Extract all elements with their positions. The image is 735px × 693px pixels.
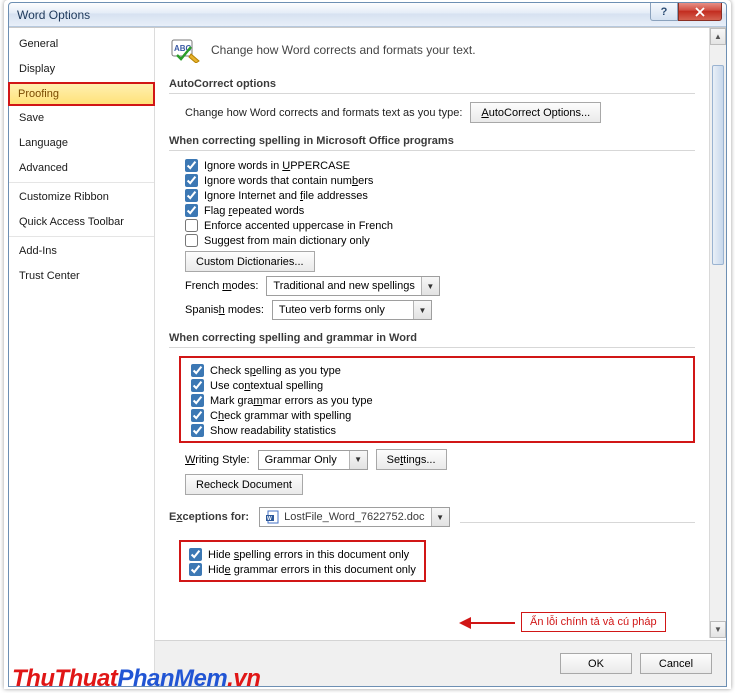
word-document-icon: W: [266, 510, 280, 524]
autocorrect-options-button[interactable]: AutoCorrect Options...: [470, 102, 601, 123]
chevron-down-icon: ▼: [431, 508, 449, 526]
spanish-modes-label: Spanish modes:: [185, 304, 264, 316]
section-office-spelling-title: When correcting spelling in Microsoft Of…: [169, 131, 695, 151]
lbl-enforce-accented: Enforce accented uppercase in French: [204, 220, 393, 232]
word-options-window: Word Options General Display Proofing Sa…: [8, 2, 727, 687]
lbl-ignore-internet: Ignore Internet and file addresses: [204, 190, 368, 202]
lbl-grammar-with-spell: Check grammar with spelling: [210, 410, 351, 422]
writing-style-select[interactable]: Grammar Only ▼: [258, 450, 368, 470]
sidebar-item-general[interactable]: General: [9, 32, 154, 57]
chk-hide-spelling[interactable]: [189, 548, 202, 561]
sidebar-item-addins[interactable]: Add-Ins: [9, 239, 154, 264]
lbl-readability: Show readability statistics: [210, 425, 336, 437]
chk-main-dict[interactable]: [185, 234, 198, 247]
lbl-hide-spelling: Hide spelling errors in this document on…: [208, 549, 409, 561]
chk-hide-grammar[interactable]: [189, 563, 202, 576]
sidebar-item-quick-access[interactable]: Quick Access Toolbar: [9, 210, 154, 237]
lbl-contextual: Use contextual spelling: [210, 380, 323, 392]
settings-button[interactable]: Settings...: [376, 449, 447, 470]
annotation-arrow-icon: [457, 613, 517, 638]
french-modes-select[interactable]: Traditional and new spellings ▼: [266, 276, 439, 296]
vertical-scrollbar[interactable]: ▲ ▼: [709, 28, 726, 638]
chk-enforce-accented[interactable]: [185, 219, 198, 232]
sidebar-item-proofing[interactable]: Proofing: [8, 82, 155, 106]
sidebar-item-customize-ribbon[interactable]: Customize Ribbon: [9, 185, 154, 210]
headline-text: Change how Word corrects and formats you…: [211, 43, 476, 57]
lbl-hide-grammar: Hide grammar errors in this document onl…: [208, 564, 416, 576]
sidebar: General Display Proofing Save Language A…: [9, 28, 155, 686]
lbl-grammar-as-type: Mark grammar errors as you type: [210, 395, 373, 407]
highlight-box-spelling: Check spelling as you type Use contextua…: [179, 356, 695, 443]
chevron-down-icon: ▼: [421, 277, 439, 295]
titlebar: Word Options: [9, 3, 726, 27]
annotation-text: Ẩn lỗi chính tả và cú pháp: [521, 612, 666, 632]
exceptions-label: Exceptions for:: [169, 511, 249, 523]
french-modes-label: French modes:: [185, 280, 258, 292]
proofing-icon: ABC: [171, 36, 201, 64]
chk-grammar-with-spell[interactable]: [191, 409, 204, 422]
chk-spell-as-type[interactable]: [191, 364, 204, 377]
sidebar-item-save[interactable]: Save: [9, 106, 154, 131]
watermark: ThuThuatPhanMem.vn: [12, 665, 260, 693]
lbl-spell-as-type: Check spelling as you type: [210, 365, 341, 377]
spanish-modes-select[interactable]: Tuteo verb forms only ▼: [272, 300, 432, 320]
main-pane: ABC Change how Word corrects and formats…: [155, 28, 726, 686]
lbl-flag-repeated: Flag repeated words: [204, 205, 304, 217]
chk-ignore-uppercase[interactable]: [185, 159, 198, 172]
lbl-ignore-numbers: Ignore words that contain numbers: [204, 175, 373, 187]
section-autocorrect-title: AutoCorrect options: [169, 74, 695, 94]
custom-dictionaries-button[interactable]: Custom Dictionaries...: [185, 251, 315, 272]
close-button[interactable]: [678, 3, 722, 21]
sidebar-item-advanced[interactable]: Advanced: [9, 156, 154, 183]
scroll-down-icon[interactable]: ▼: [710, 621, 726, 638]
lbl-ignore-uppercase: Ignore words in UPPERCASE: [204, 160, 350, 172]
scroll-thumb[interactable]: [712, 65, 724, 265]
svg-text:W: W: [267, 516, 272, 522]
section-word-spelling-title: When correcting spelling and grammar in …: [169, 328, 695, 348]
sidebar-item-language[interactable]: Language: [9, 131, 154, 156]
chk-ignore-internet[interactable]: [185, 189, 198, 202]
chk-grammar-as-type[interactable]: [191, 394, 204, 407]
exceptions-document-select[interactable]: W LostFile_Word_7622752.doc ▼: [259, 507, 449, 527]
highlight-box-exceptions: Hide spelling errors in this document on…: [179, 540, 426, 582]
help-button[interactable]: [650, 3, 678, 21]
chk-readability[interactable]: [191, 424, 204, 437]
chk-flag-repeated[interactable]: [185, 204, 198, 217]
recheck-document-button[interactable]: Recheck Document: [185, 474, 303, 495]
chk-ignore-numbers[interactable]: [185, 174, 198, 187]
chk-contextual[interactable]: [191, 379, 204, 392]
scroll-up-icon[interactable]: ▲: [710, 28, 726, 45]
window-title: Word Options: [17, 8, 90, 22]
ok-button[interactable]: OK: [560, 653, 632, 674]
chevron-down-icon: ▼: [413, 301, 431, 319]
lbl-main-dict: Suggest from main dictionary only: [204, 235, 370, 247]
autocorrect-desc: Change how Word corrects and formats tex…: [185, 107, 462, 119]
writing-style-label: Writing Style:: [185, 454, 250, 466]
sidebar-item-display[interactable]: Display: [9, 57, 154, 82]
chevron-down-icon: ▼: [349, 451, 367, 469]
cancel-button[interactable]: Cancel: [640, 653, 712, 674]
sidebar-item-trust-center[interactable]: Trust Center: [9, 264, 154, 289]
